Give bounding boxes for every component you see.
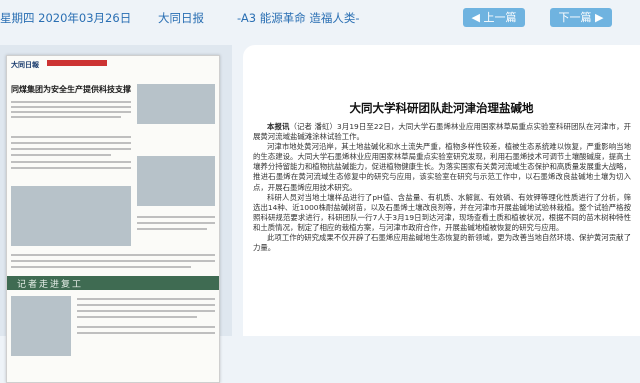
newspaper-page-thumbnail[interactable]: 大同日報 同煤集团为安全生产提供科技支撑 记者走进复工 [6,55,220,383]
thumb-photo [137,84,215,124]
thumb-text-line [11,136,131,138]
prev-article-button[interactable]: ◀ 上一篇 [463,8,525,27]
thumb-text-line [11,154,111,156]
thumb-headline[interactable]: 同煤集团为安全生产提供科技支撑 [11,84,131,95]
thumb-text-line [11,266,191,268]
thumb-text-line [77,304,215,306]
thumb-text-line [77,310,215,312]
article-paragraph: 河津市地处黄河沿岸，其土地盐碱化和水土流失严重，植物多样性较差，植被生态系统难以… [253,142,631,192]
page-thumbnail-panel: 大同日報 同煤集团为安全生产提供科技支撑 记者走进复工 [0,45,232,383]
issue-date: 星期四 2020年03月26日 [0,11,132,25]
thumb-text-line [77,298,215,300]
article-panel: 大同大学科研团队赴河津治理盐碱地 本报讯（记者 潘虹）3月19日至22日，大同大… [243,45,640,336]
next-article-label: 下一篇 [558,11,592,24]
thumb-text-line [11,161,131,163]
thumb-photo [137,156,215,206]
thumb-photo [11,296,71,356]
thumb-text-line [11,101,131,103]
thumb-text-line [11,116,121,118]
thumb-text-line [11,167,131,169]
thumb-photo [11,186,131,246]
thumb-banner-text: 记者走进复工 [17,280,84,290]
section-title[interactable]: -A3 能源革命 造福人类- [237,10,360,26]
article-lead-label: 本报讯 [267,122,290,131]
top-bar: 星期四 2020年03月26日 大同日报 -A3 能源革命 造福人类- ◀ 上一… [0,0,640,38]
prev-article-label: 上一篇 [483,11,517,24]
thumb-text-line [137,228,207,230]
thumb-text-line [11,142,131,144]
article-paragraph: 科研人员对当地土壤样品进行了pH值、含盐量、有机质、水解氮、有效磷、有效钾等理化… [253,192,631,232]
thumb-header-bar [47,60,107,66]
thumb-text-line [11,148,131,150]
thumb-text-line [77,332,215,334]
article-paragraph: 此项工作的研究成果不仅开辟了石墨烯应用盐碱地生态恢复的新领域，更为改善当地自然环… [253,233,631,253]
thumb-text-line [11,254,215,256]
paper-name[interactable]: 大同日报 [158,10,204,26]
arrow-left-icon: ◀ [471,11,480,24]
thumb-text-line [11,111,131,113]
thumb-text-line [77,316,197,318]
thumb-masthead: 大同日報 [11,61,39,69]
arrow-right-icon: ▶ [595,11,604,24]
thumb-text-line [137,222,215,224]
thumb-text-line [11,106,131,108]
article-paragraph: 本报讯（记者 潘虹）3月19日至22日，大同大学石墨烯林业应用国家林草局重点实验… [253,122,631,142]
thumb-text-line [11,260,215,262]
thumb-text-line [137,216,215,218]
thumb-text-line [77,326,215,328]
article-title: 大同大学科研团队赴河津治理盐碱地 [349,101,534,115]
next-article-button[interactable]: 下一篇 ▶ [550,8,612,27]
article-lead: （记者 潘虹）3月19日至22日，大同大学石墨烯林业应用国家林草局重点实验室科研… [253,122,631,142]
article-body: 本报讯（记者 潘虹）3月19日至22日，大同大学石墨烯林业应用国家林草局重点实验… [253,122,631,253]
